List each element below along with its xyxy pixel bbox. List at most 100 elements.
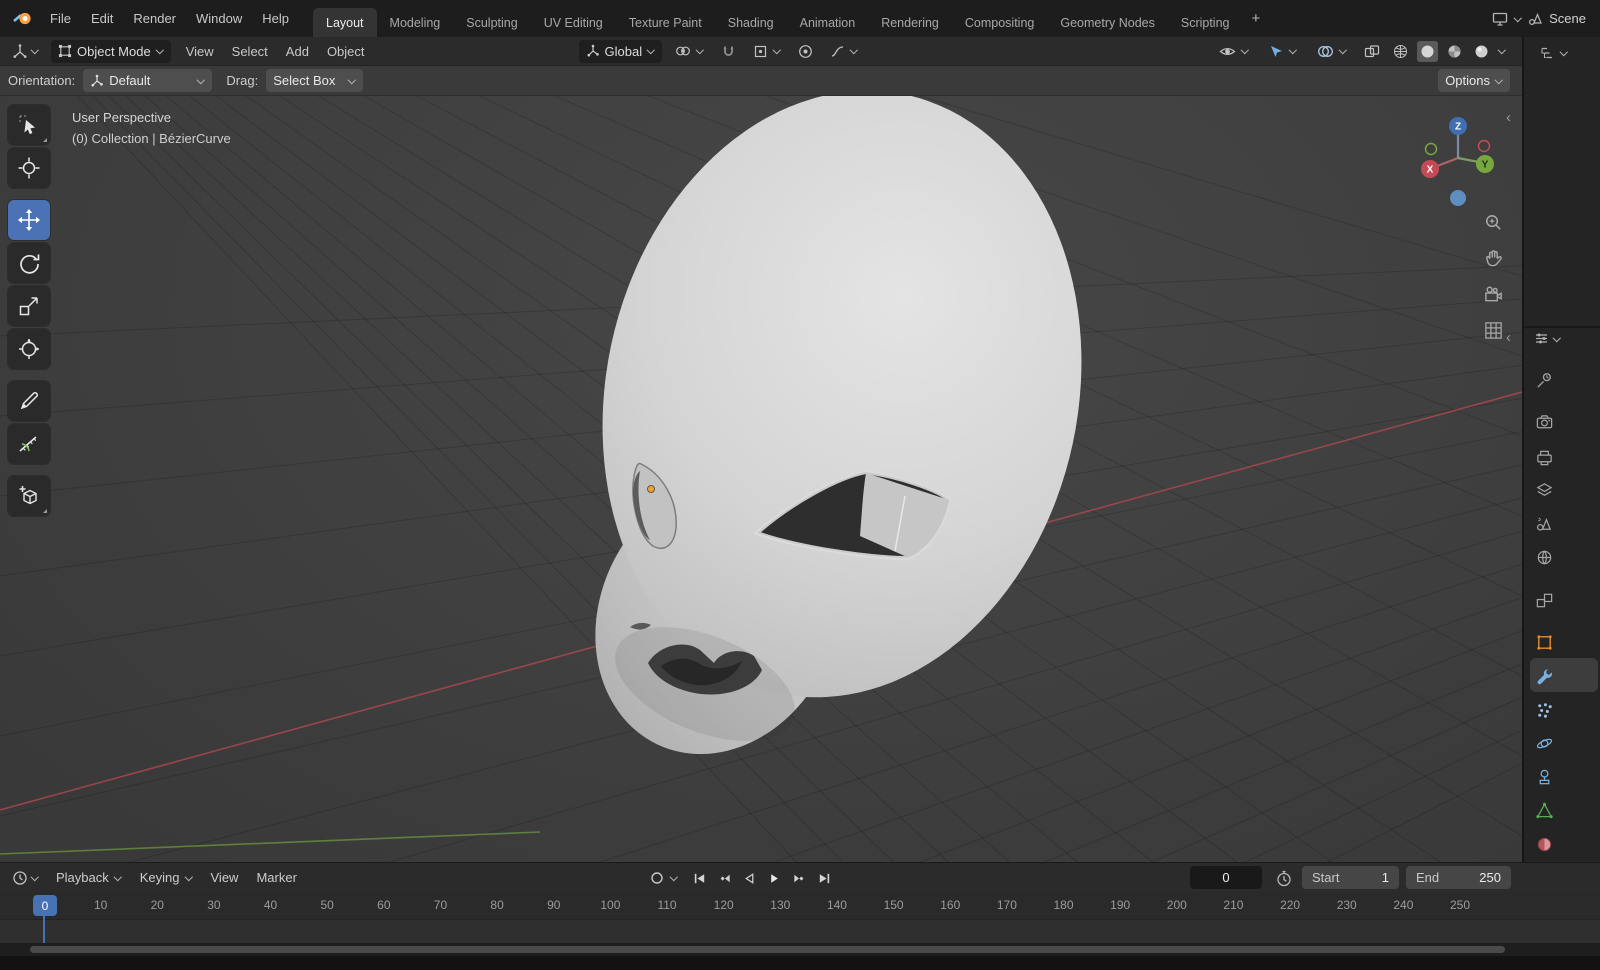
tab-output-icon[interactable] xyxy=(1532,445,1556,469)
blender-logo-icon[interactable] xyxy=(12,11,34,26)
shading-wireframe-button[interactable] xyxy=(1390,41,1411,62)
workspace-tab[interactable]: UV Editing xyxy=(531,8,616,37)
current-frame-indicator[interactable]: 0 xyxy=(33,895,57,916)
tab-particles-icon[interactable] xyxy=(1532,698,1556,722)
workspace-tab[interactable]: Sculpting xyxy=(453,8,530,37)
horizontal-scrollbar[interactable] xyxy=(30,946,1505,953)
timeline-menu-item[interactable]: View xyxy=(202,865,248,890)
screen-layout-icon[interactable] xyxy=(1492,11,1508,27)
sidebar-toggle-arrow[interactable]: ‹ xyxy=(1506,110,1511,125)
tool-move[interactable] xyxy=(8,200,50,240)
tab-tool-icon[interactable] xyxy=(1532,368,1556,392)
shading-rendered-button[interactable] xyxy=(1471,41,1492,62)
workspace-tab[interactable]: Modeling xyxy=(377,8,454,37)
outliner-header[interactable] xyxy=(1540,46,1568,60)
topbar-menu-item[interactable]: Edit xyxy=(81,6,123,31)
tab-scene-icon[interactable] xyxy=(1532,511,1556,535)
axis-neg-y-ball[interactable] xyxy=(1424,142,1438,156)
workspace-tab[interactable]: Compositing xyxy=(952,8,1047,37)
tab-material-icon[interactable] xyxy=(1532,832,1556,856)
camera-view-button[interactable] xyxy=(1481,282,1505,306)
tab-collections-icon[interactable] xyxy=(1532,588,1556,612)
scene-name[interactable]: Scene xyxy=(1549,11,1586,26)
zoom-button[interactable] xyxy=(1481,210,1505,234)
timeline-menu-item[interactable]: Marker xyxy=(247,865,305,890)
axis-neg-z-ball[interactable] xyxy=(1450,190,1466,206)
proportional-falloff-selector[interactable] xyxy=(823,40,865,63)
orientation-dropdown[interactable]: Default xyxy=(83,69,213,92)
navigation-gizmo[interactable]: Z X Y xyxy=(1414,112,1502,212)
topbar-menu-item[interactable]: File xyxy=(40,6,81,31)
playhead-line[interactable] xyxy=(43,916,45,943)
timeline-editor-type-button[interactable] xyxy=(8,866,43,889)
region-toggle-arrow[interactable]: ‹ xyxy=(1506,330,1511,345)
tab-modifiers-icon[interactable] xyxy=(1532,664,1556,688)
timeline-menu-item[interactable]: Keying xyxy=(131,865,202,890)
tool-select-box[interactable] xyxy=(8,105,50,145)
tool-cursor-3d[interactable] xyxy=(8,148,50,188)
snap-toggle[interactable] xyxy=(717,40,740,63)
pan-hand-button[interactable] xyxy=(1481,246,1505,270)
tab-object-icon[interactable] xyxy=(1532,630,1556,654)
auto-keying-toggle[interactable] xyxy=(645,867,669,890)
tab-object-data-icon[interactable] xyxy=(1532,798,1556,822)
play-reverse-button[interactable] xyxy=(737,867,761,890)
viewport-menu-item[interactable]: Select xyxy=(223,39,277,64)
tab-view-layer-icon[interactable] xyxy=(1532,478,1556,502)
mode-selector[interactable]: Object Mode xyxy=(51,39,171,63)
tool-measure[interactable] xyxy=(8,424,50,464)
workspace-tab[interactable]: Shading xyxy=(715,8,787,37)
shading-material-button[interactable] xyxy=(1444,41,1465,62)
chevron-down-icon[interactable] xyxy=(1498,47,1506,55)
tab-render-icon[interactable] xyxy=(1532,410,1556,434)
workspace-tab[interactable]: Layout xyxy=(313,8,377,37)
axis-neg-x-ball[interactable] xyxy=(1477,139,1491,153)
tool-transform[interactable] xyxy=(8,329,50,369)
tool-scale[interactable] xyxy=(8,286,50,326)
tab-constraints-icon[interactable] xyxy=(1532,765,1556,789)
prev-keyframe-button[interactable] xyxy=(712,867,736,890)
3d-viewport[interactable]: User Perspective (0) Collection | Bézier… xyxy=(0,96,1522,862)
mask-object[interactable] xyxy=(548,96,1137,795)
viewport-menu-item[interactable]: Object xyxy=(318,39,374,64)
drag-dropdown[interactable]: Select Box xyxy=(266,69,364,92)
next-keyframe-button[interactable] xyxy=(787,867,811,890)
add-workspace-button[interactable]: + xyxy=(1243,0,1270,37)
workspace-tab[interactable]: Geometry Nodes xyxy=(1047,8,1167,37)
editor-type-button[interactable] xyxy=(8,40,43,63)
workspace-tab[interactable]: Texture Paint xyxy=(616,8,715,37)
gizmos-selector[interactable] xyxy=(1262,40,1304,63)
topbar-menu-item[interactable]: Window xyxy=(186,6,252,31)
xray-toggle[interactable] xyxy=(1360,40,1384,63)
jump-to-start-button[interactable] xyxy=(687,867,711,890)
options-dropdown[interactable]: Options xyxy=(1438,69,1510,92)
frame-number-field[interactable]: 0 xyxy=(1190,866,1262,889)
chevron-down-icon[interactable] xyxy=(1514,15,1522,23)
overlays-selector[interactable] xyxy=(1310,40,1354,63)
transform-orientation-selector[interactable]: Global xyxy=(578,39,663,63)
tool-rotate[interactable] xyxy=(8,243,50,283)
start-frame-field[interactable]: Start 1 xyxy=(1302,866,1399,889)
topbar-menu-item[interactable]: Render xyxy=(123,6,186,31)
jump-to-end-button[interactable] xyxy=(812,867,836,890)
object-visibility-selector[interactable] xyxy=(1212,40,1256,63)
shading-solid-button[interactable] xyxy=(1417,40,1438,62)
workspace-tab[interactable]: Animation xyxy=(787,8,869,37)
viewport-menu-item[interactable]: View xyxy=(177,39,223,64)
viewport-menu-item[interactable]: Add xyxy=(277,39,318,64)
tab-world-icon[interactable] xyxy=(1532,545,1556,569)
timeline-ruler[interactable]: 0 10 20 30 40 50 60 70 80 90 100 110 120 130 140 150 160… xyxy=(0,892,1600,920)
ortho-grid-button[interactable] xyxy=(1481,318,1505,342)
stopwatch-icon[interactable] xyxy=(1276,870,1292,887)
tab-physics-icon[interactable] xyxy=(1532,731,1556,755)
snap-target-selector[interactable] xyxy=(746,40,788,63)
workspace-tab[interactable]: Scripting xyxy=(1168,8,1243,37)
workspace-tab[interactable]: Rendering xyxy=(868,8,952,37)
topbar-menu-item[interactable]: Help xyxy=(252,6,299,31)
end-frame-field[interactable]: End 250 xyxy=(1406,866,1511,889)
pivot-point-selector[interactable] xyxy=(668,40,711,63)
proportional-editing-toggle[interactable] xyxy=(794,40,817,63)
properties-header[interactable] xyxy=(1534,331,1561,346)
chevron-down-icon[interactable] xyxy=(670,874,678,882)
tool-annotate[interactable] xyxy=(8,381,50,421)
